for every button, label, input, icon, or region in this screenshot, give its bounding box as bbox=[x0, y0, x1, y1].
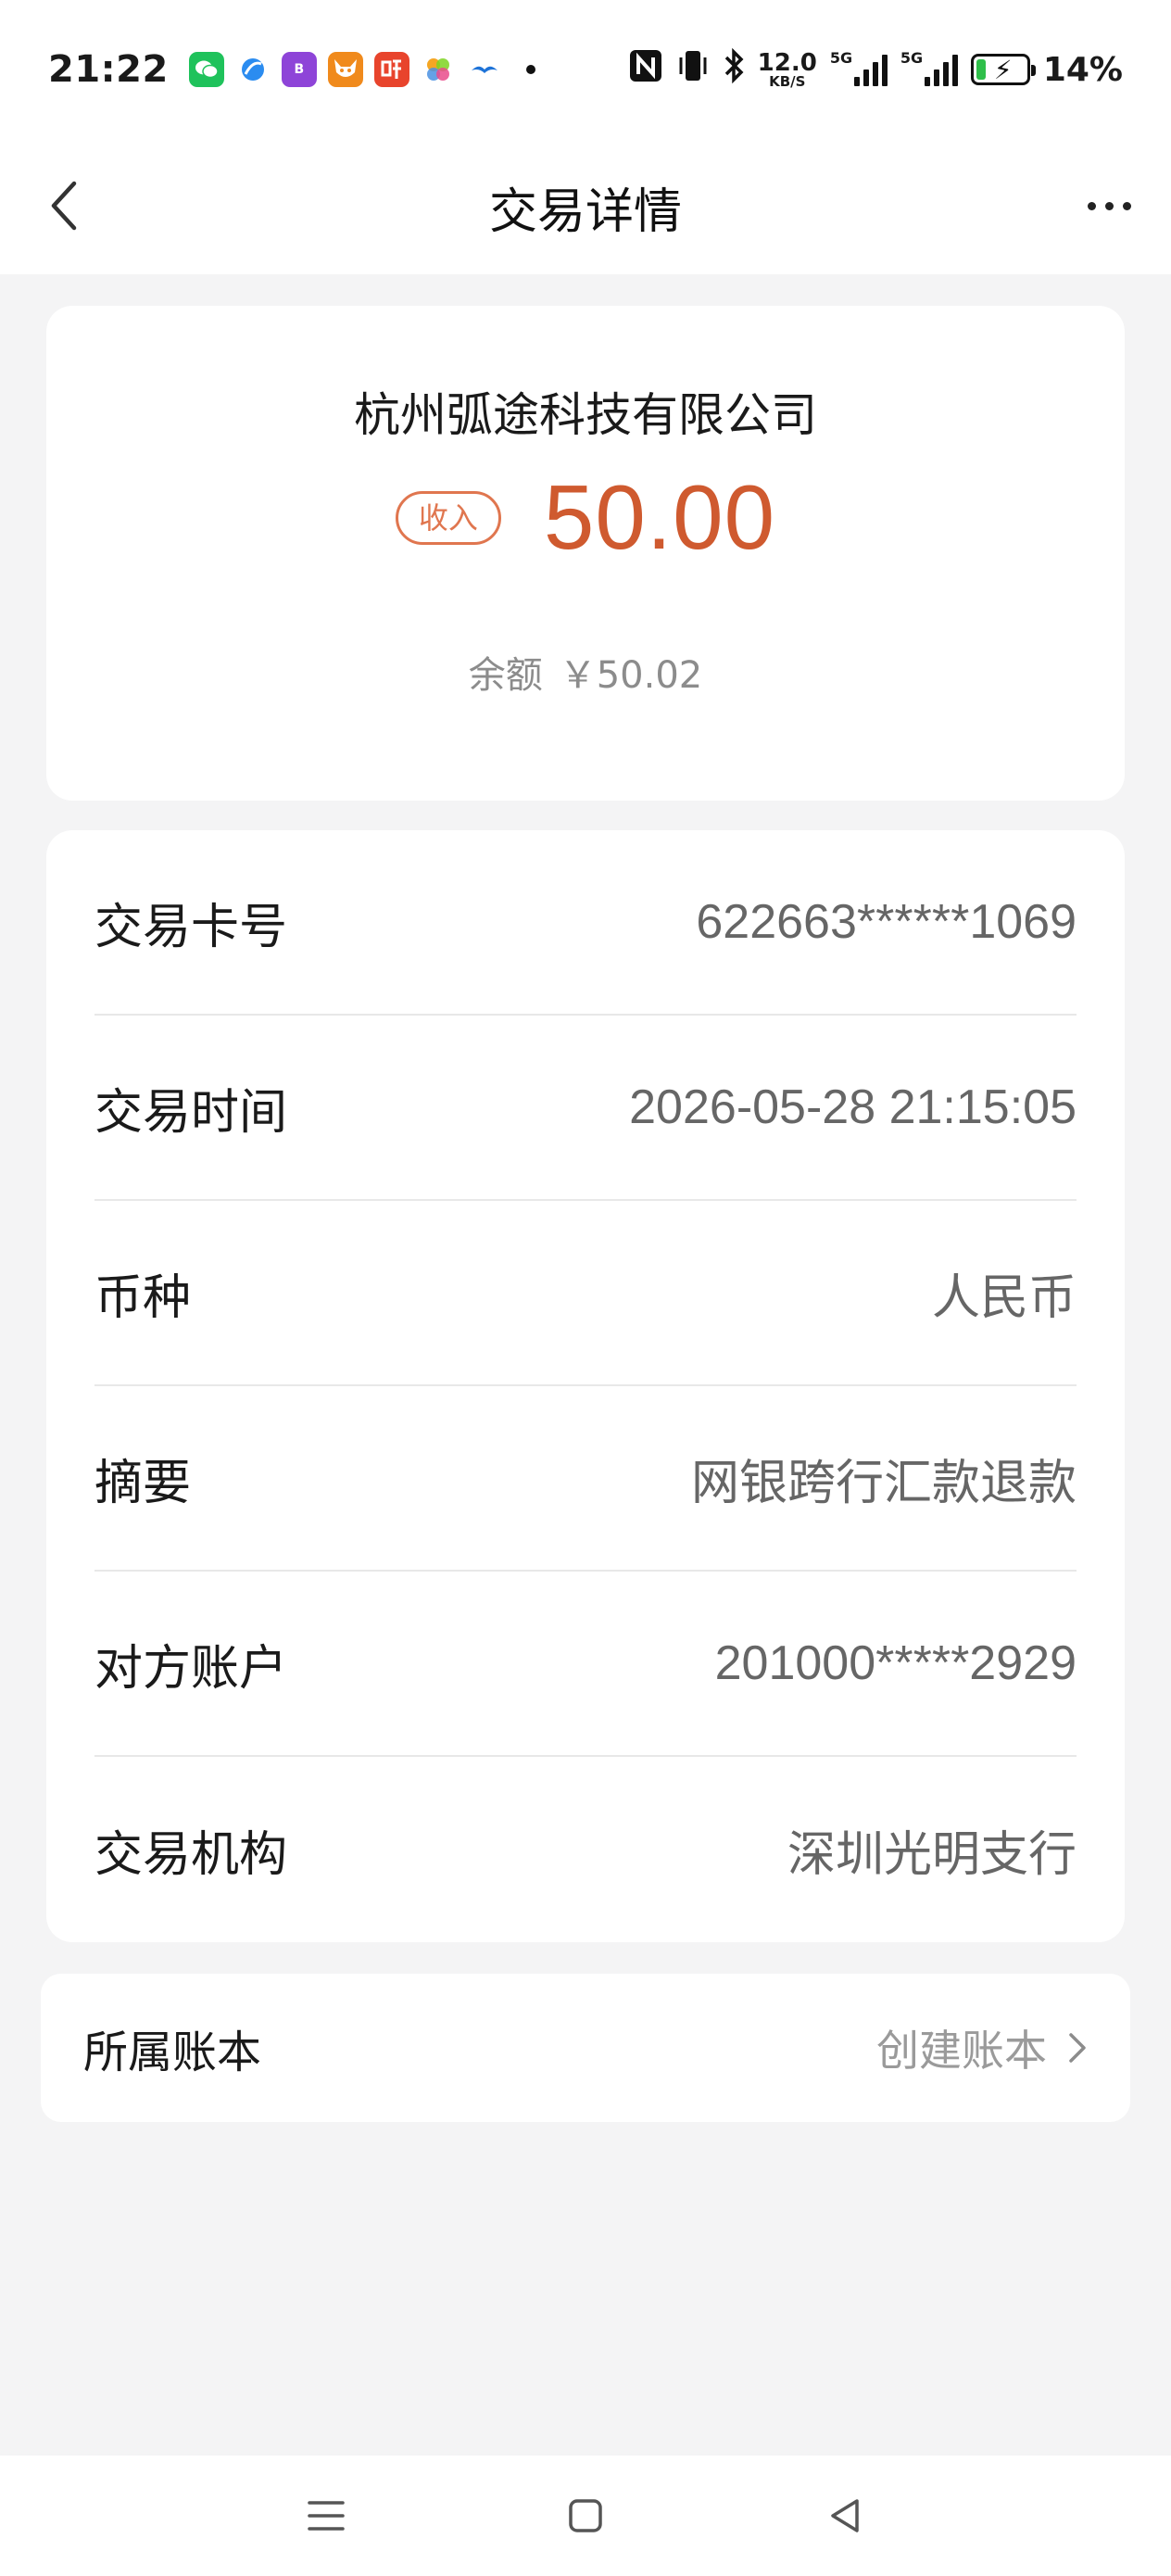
signal-1-icon: 5G bbox=[830, 49, 888, 86]
amount-row: 收入 50.00 bbox=[46, 465, 1125, 570]
status-time: 21:22 bbox=[48, 48, 169, 91]
menu-button[interactable] bbox=[294, 2483, 359, 2548]
home-square-icon bbox=[569, 2499, 602, 2532]
signal-1-label: 5G bbox=[829, 49, 853, 67]
detail-value: 人民币 bbox=[931, 1270, 1077, 1325]
chevron-left-icon bbox=[51, 181, 77, 231]
detail-row-branch: 交易机构 深圳光明支行 bbox=[94, 1757, 1077, 1942]
gallery-app-icon bbox=[421, 52, 456, 87]
detail-value: 201000*****2929 bbox=[714, 1636, 1077, 1690]
detail-row-summary: 摘要 网银跨行汇款退款 bbox=[94, 1386, 1077, 1572]
detail-label: 对方账户 bbox=[94, 1640, 288, 1697]
merchant-name: 杭州弧途科技有限公司 bbox=[354, 388, 817, 442]
more-options-button[interactable] bbox=[1067, 169, 1151, 243]
balance-line: 余额 ￥50.02 bbox=[46, 645, 1125, 699]
network-speed: 12.0 KB/S bbox=[758, 51, 817, 89]
create-ledger-button[interactable]: 创建账本 bbox=[876, 2017, 1088, 2078]
vibrate-icon bbox=[676, 48, 710, 92]
status-bar: 21:22 B 12.0 KB/S 5G 5G ⚡ 14% bbox=[0, 0, 1171, 139]
balance-value: ￥50.02 bbox=[559, 654, 703, 697]
battery-icon: ⚡ bbox=[970, 54, 1036, 85]
more-dot-icon bbox=[1087, 201, 1096, 210]
signal-2-icon: 5G bbox=[900, 49, 958, 86]
detail-label: 交易卡号 bbox=[94, 899, 288, 955]
detail-row-counterparty: 对方账户 201000*****2929 bbox=[94, 1572, 1077, 1757]
network-speed-value: 12.0 bbox=[757, 48, 817, 77]
system-status: 12.0 KB/S 5G 5G ⚡ 14% bbox=[628, 47, 1123, 92]
transaction-details-card: 交易卡号 622663******1069 交易时间 2026-05-28 21… bbox=[46, 830, 1125, 1942]
detail-row-currency: 币种 人民币 bbox=[94, 1201, 1077, 1386]
create-ledger-label: 创建账本 bbox=[876, 2026, 1047, 2076]
bird-app-icon bbox=[467, 52, 502, 87]
page-title: 交易详情 bbox=[488, 183, 682, 240]
menu-icon bbox=[308, 2501, 345, 2531]
detail-row-card-number: 交易卡号 622663******1069 bbox=[94, 830, 1077, 1016]
wechat-icon bbox=[188, 52, 224, 87]
detail-value: 2026-05-28 21:15:05 bbox=[629, 1080, 1077, 1134]
nav-header: 交易详情 bbox=[0, 139, 1171, 274]
back-nav-button[interactable] bbox=[812, 2483, 877, 2548]
fox-app-icon bbox=[327, 52, 363, 87]
notification-icons: B bbox=[188, 52, 548, 87]
balance-label: 余额 bbox=[468, 654, 543, 697]
listen-app-icon bbox=[373, 52, 409, 87]
battery-percent: 14% bbox=[1042, 50, 1123, 89]
network-speed-unit: KB/S bbox=[769, 72, 806, 90]
back-button[interactable] bbox=[28, 169, 102, 243]
income-badge: 收入 bbox=[395, 490, 501, 545]
detail-label: 摘要 bbox=[94, 1455, 192, 1511]
detail-value: 622663******1069 bbox=[696, 895, 1077, 949]
bluetooth-icon bbox=[723, 47, 745, 92]
ledger-label: 所属账本 bbox=[83, 2027, 262, 2078]
transaction-amount: 50.00 bbox=[543, 466, 776, 568]
more-dot-icon bbox=[513, 52, 548, 87]
bank-app-icon: B bbox=[281, 52, 317, 87]
detail-label: 交易时间 bbox=[94, 1084, 288, 1141]
transaction-summary-card: 杭州弧途科技有限公司 收入 50.00 余额 ￥50.02 bbox=[46, 306, 1125, 801]
detail-row-time: 交易时间 2026-05-28 21:15:05 bbox=[94, 1016, 1077, 1201]
detail-value: 网银跨行汇款退款 bbox=[690, 1456, 1077, 1510]
ledger-row[interactable]: 所属账本 创建账本 bbox=[41, 1974, 1130, 2122]
home-button[interactable] bbox=[553, 2483, 618, 2548]
nfc-icon bbox=[628, 48, 663, 92]
signal-2-label: 5G bbox=[900, 49, 924, 67]
system-nav-bar bbox=[0, 2456, 1171, 2576]
browser-icon bbox=[235, 52, 271, 87]
back-triangle-icon bbox=[831, 2499, 859, 2532]
detail-value: 深圳光明支行 bbox=[787, 1827, 1077, 1882]
detail-label: 交易机构 bbox=[94, 1826, 288, 1883]
chevron-right-icon bbox=[1069, 2033, 1086, 2063]
detail-label: 币种 bbox=[94, 1269, 192, 1326]
